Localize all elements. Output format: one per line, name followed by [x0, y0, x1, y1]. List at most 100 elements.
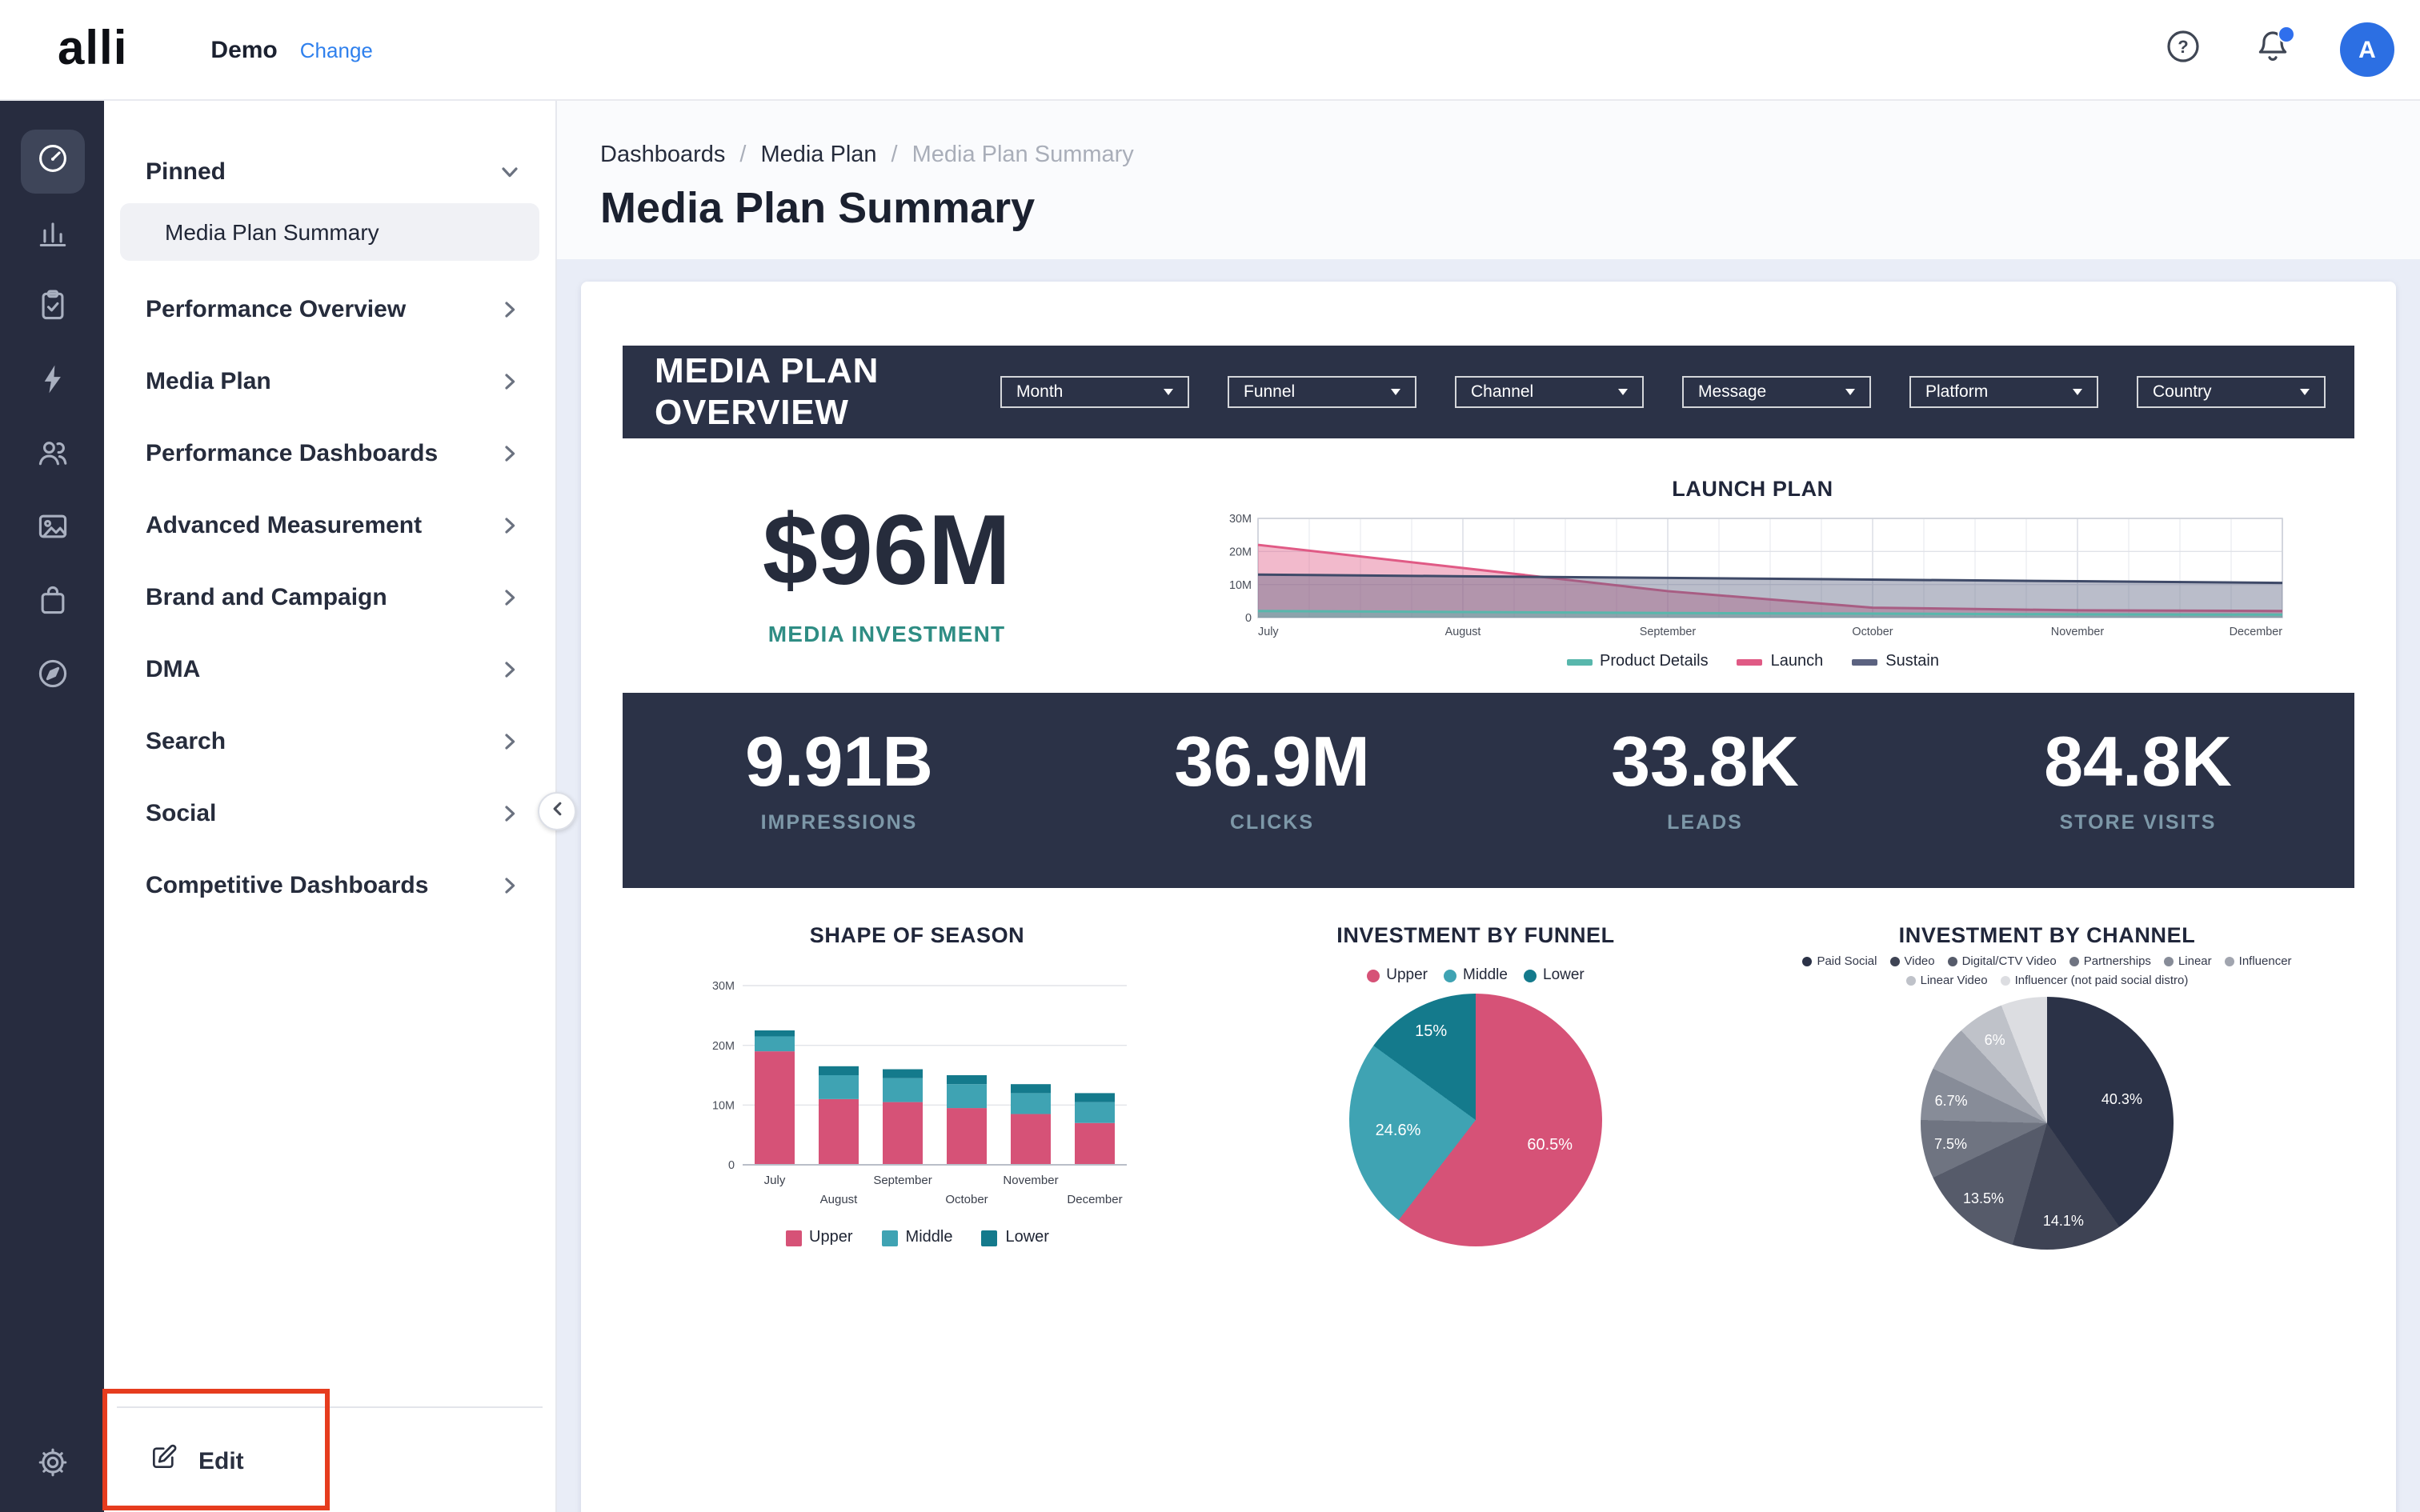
sidebar-nav: Pinned Media Plan Summary Performance Ov… — [104, 101, 555, 1406]
rail-item-commerce[interactable] — [20, 571, 84, 635]
legend-item: Lower — [1524, 966, 1585, 984]
rail-item-automation[interactable] — [20, 350, 84, 414]
media-investment: $96M MEDIA INVESTMENT — [623, 477, 1151, 646]
channel-legend: Paid SocialVideoDigital/CTV VideoPartner… — [1762, 954, 2332, 987]
filter-country[interactable]: Country — [2137, 376, 2326, 408]
dashboard-gauge-icon — [34, 140, 70, 183]
sidebar-item-media-plan[interactable]: Media Plan — [104, 346, 555, 418]
rail-item-dashboards[interactable] — [20, 130, 84, 194]
filter-platform[interactable]: Platform — [1909, 376, 2098, 408]
funnel-legend: UpperMiddleLower — [1212, 966, 1740, 984]
shape-of-season-svg: 010M20M30MJulyAugustSeptemberOctoberNove… — [691, 976, 1143, 1219]
sidebar-collapse-handle[interactable] — [538, 792, 576, 830]
topbar-actions: ? A — [2161, 22, 2420, 77]
svg-text:?: ? — [2178, 36, 2188, 56]
help-icon: ? — [2164, 26, 2202, 73]
legend-item: Sustain — [1852, 653, 1939, 670]
media-investment-value: $96M — [623, 502, 1151, 602]
rail-item-analytics[interactable] — [20, 203, 84, 267]
rail-item-explore[interactable] — [20, 645, 84, 709]
pie-slice-label: 7.5% — [1934, 1136, 1967, 1152]
breadcrumb: Dashboards / Media Plan / Media Plan Sum… — [557, 101, 2420, 168]
notifications-button[interactable] — [2250, 27, 2295, 72]
sidebar-section-pinned[interactable]: Pinned — [104, 146, 555, 197]
svg-text:December: December — [1067, 1193, 1122, 1206]
clipboard-icon — [34, 287, 70, 330]
rail-item-reports[interactable] — [20, 277, 84, 341]
legend-item: Partnerships — [2069, 954, 2151, 968]
legend-item: Middle — [1444, 966, 1508, 984]
pie: 60.5%24.6%15% — [1349, 994, 1602, 1246]
investment-by-channel-section: INVESTMENT BY CHANNEL Paid SocialVideoDi… — [1740, 923, 2354, 1250]
svg-text:October: October — [945, 1193, 988, 1206]
breadcrumb-current: Media Plan Summary — [912, 142, 1134, 168]
legend-item: Influencer (not paid social distro) — [2001, 973, 2189, 987]
pie-slice-label: 13.5% — [1963, 1190, 2004, 1206]
pie-slice-label: 6.7% — [1935, 1092, 1968, 1108]
avatar[interactable]: A — [2340, 22, 2394, 77]
channel-pie-chart: 40.3%14.1%13.5%7.5%6.7%6% — [1740, 997, 2354, 1250]
rail-item-creative[interactable] — [20, 498, 84, 562]
sidebar-item-search[interactable]: Search — [104, 706, 555, 778]
gear-icon — [34, 1444, 70, 1487]
compass-icon — [34, 655, 70, 698]
edit-button[interactable]: Edit — [149, 1442, 244, 1480]
breadcrumb-media-plan[interactable]: Media Plan — [760, 142, 876, 168]
svg-text:August: August — [1445, 626, 1481, 638]
sidebar-item-dma[interactable]: DMA — [104, 634, 555, 706]
change-workspace-link[interactable]: Change — [300, 38, 373, 62]
sidebar-item-performance-overview[interactable]: Performance Overview — [104, 274, 555, 346]
dashboard-card: MEDIA PLAN OVERVIEW Month Funnel Channel… — [581, 282, 2396, 1512]
chevron-left-icon — [548, 797, 566, 826]
stats-band: 9.91B IMPRESSIONS 36.9M CLICKS 33.8K LEA… — [623, 693, 2354, 888]
filter-month[interactable]: Month — [1000, 376, 1189, 408]
svg-text:30M: 30M — [712, 980, 735, 993]
shape-of-season-legend: Upper Middle Lower — [623, 1229, 1212, 1246]
rail-item-settings[interactable] — [20, 1434, 84, 1498]
sidebar-item-competitive-dashboards[interactable]: Competitive Dashboards — [104, 850, 555, 922]
users-icon — [34, 434, 70, 478]
filter-funnel[interactable]: Funnel — [1228, 376, 1416, 408]
page-title: Media Plan Summary — [600, 184, 2420, 234]
legend-item: Middle — [882, 1229, 953, 1246]
app-viewport: alli Demo Change ? — [0, 0, 2420, 1512]
breadcrumb-dashboards[interactable]: Dashboards — [600, 142, 725, 168]
legend-item: Lower — [981, 1229, 1049, 1246]
svg-text:0: 0 — [728, 1159, 735, 1172]
legend-item: Upper — [785, 1229, 853, 1246]
legend-item: Paid Social — [1802, 954, 1877, 968]
svg-text:10M: 10M — [712, 1100, 735, 1113]
investment-by-funnel-section: INVESTMENT BY FUNNEL UpperMiddleLower 60… — [1212, 923, 1740, 1250]
dashboard-board: MEDIA PLAN OVERVIEW Month Funnel Channel… — [557, 259, 2420, 1512]
caret-down-icon — [2300, 389, 2310, 395]
legend-item: Influencer — [2225, 954, 2292, 968]
sidebar-item-advanced-measurement[interactable]: Advanced Measurement — [104, 490, 555, 562]
legend-item: Linear — [2164, 954, 2212, 968]
sidebar-item-media-plan-summary[interactable]: Media Plan Summary — [120, 203, 539, 261]
filter-message[interactable]: Message — [1682, 376, 1871, 408]
sidebar-item-performance-dashboards[interactable]: Performance Dashboards — [104, 418, 555, 490]
rail-item-audiences[interactable] — [20, 424, 84, 488]
help-button[interactable]: ? — [2161, 27, 2206, 72]
pie-slice-label: 40.3% — [2101, 1092, 2142, 1108]
svg-text:30M: 30M — [1229, 513, 1252, 526]
pie-slice-label: 14.1% — [2043, 1213, 2084, 1229]
sidebar-item-brand-and-campaign[interactable]: Brand and Campaign — [104, 562, 555, 634]
icon-rail — [0, 101, 104, 1512]
launch-plan-svg: 010M20M30MJulyAugustSeptemberOctoberNove… — [1210, 510, 2295, 643]
media-investment-label: MEDIA INVESTMENT — [623, 621, 1151, 646]
stat-store-visits: 84.8K STORE VISITS — [1921, 693, 2354, 888]
investment-row: $96M MEDIA INVESTMENT LAUNCH PLAN 010M20… — [623, 438, 2354, 670]
pencil-icon — [149, 1442, 179, 1480]
svg-text:20M: 20M — [1229, 546, 1252, 559]
sidebar: Pinned Media Plan Summary Performance Ov… — [104, 101, 557, 1512]
chevron-right-icon — [499, 731, 520, 752]
app-logo[interactable]: alli — [58, 22, 127, 77]
filter-channel[interactable]: Channel — [1455, 376, 1644, 408]
launch-plan-legend: Product DetailsLaunchSustain — [1151, 653, 2354, 670]
sidebar-item-social[interactable]: Social — [104, 778, 555, 850]
launch-plan-section: LAUNCH PLAN 010M20M30MJulyAugustSeptembe… — [1151, 477, 2354, 670]
svg-text:20M: 20M — [712, 1040, 735, 1053]
funnel-pie-chart: 60.5%24.6%15% — [1212, 994, 1740, 1246]
chevron-right-icon — [499, 443, 520, 464]
